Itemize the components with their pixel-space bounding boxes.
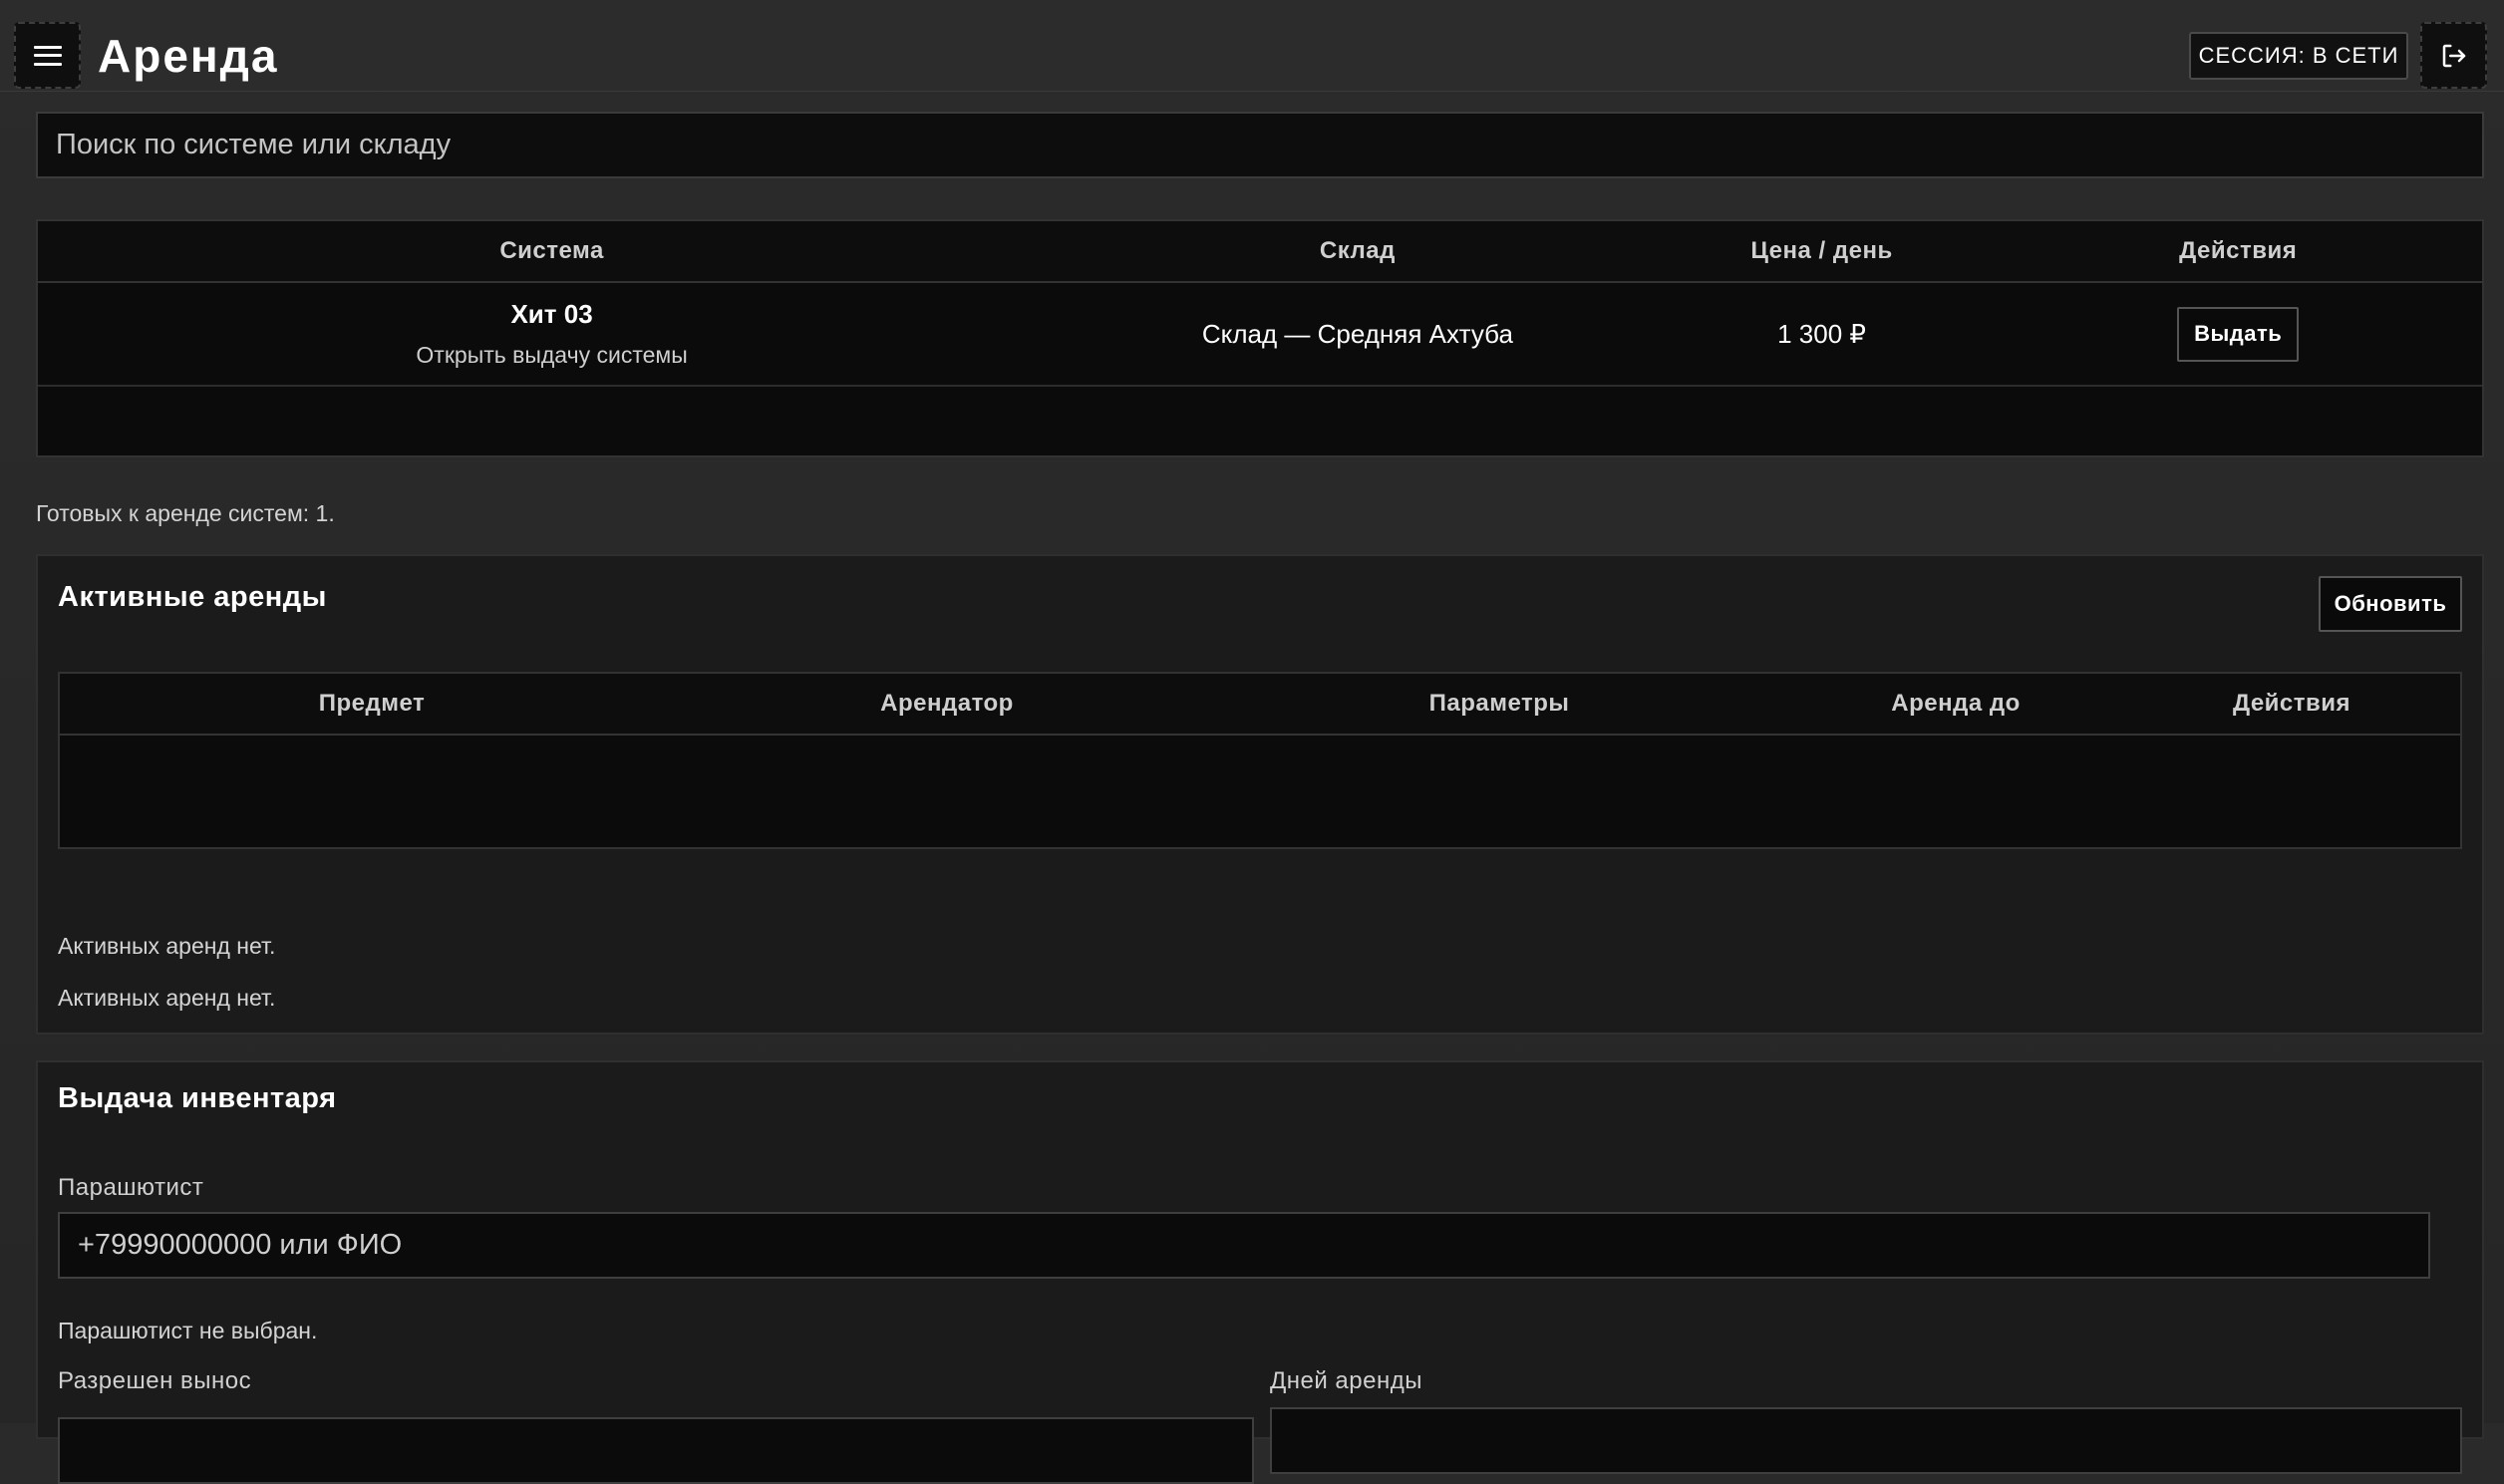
rental-days-input[interactable] xyxy=(1270,1407,2462,1474)
ready-systems-note: Готовых к аренде систем: 1. xyxy=(36,500,335,526)
column-header-warehouse: Склад xyxy=(1319,237,1396,264)
warehouse-cell: Склад — Средняя Ахтуба xyxy=(1201,318,1513,349)
rental-days-label: Дней аренды xyxy=(1270,1367,1422,1394)
system-cell[interactable]: Хит 03 Открыть выдачу системы xyxy=(38,299,1066,369)
no-active-rentals-note: Активных аренд нет. xyxy=(58,985,276,1011)
column-header-item: Предмет xyxy=(318,690,426,717)
session-status-badge: СЕССИЯ: В СЕТИ xyxy=(2189,32,2408,80)
column-header-actions: Действия xyxy=(2232,690,2351,717)
column-header-renter: Арендатор xyxy=(880,690,1014,717)
open-system-issue-link[interactable]: Открыть выдачу системы xyxy=(38,342,1066,369)
active-rentals-panel: Активные аренды Обновить Предмет Арендат… xyxy=(36,554,2484,1035)
menu-button[interactable] xyxy=(14,22,81,89)
carry-out-select[interactable] xyxy=(58,1417,1254,1484)
parachutist-status-note: Парашютист не выбран. xyxy=(58,1318,318,1343)
price-cell: 1 300 ₽ xyxy=(1777,318,1866,349)
parachutist-label: Парашютист xyxy=(58,1174,204,1201)
app-header: Аренда СЕССИЯ: В СЕТИ xyxy=(0,0,2504,92)
actions-cell: Выдать xyxy=(1994,306,2482,362)
logout-icon xyxy=(2442,44,2465,67)
search-input[interactable] xyxy=(36,112,2484,178)
issue-button[interactable]: Выдать xyxy=(2177,306,2300,362)
carry-out-label: Разрешен вынос xyxy=(58,1367,252,1394)
active-rentals-table-header: Предмет Арендатор Параметры Аренда до Де… xyxy=(60,674,2460,736)
refresh-button[interactable]: Обновить xyxy=(2319,576,2462,632)
column-header-price: Цена / день xyxy=(1750,237,1893,264)
column-header-system: Система xyxy=(499,237,604,264)
column-header-rent-until: Аренда до xyxy=(1891,690,2021,717)
logout-button[interactable] xyxy=(2420,22,2487,89)
issue-inventory-title: Выдача инвентаря xyxy=(58,1082,337,1114)
hamburger-menu-icon xyxy=(33,45,62,66)
parachutist-input[interactable] xyxy=(58,1212,2430,1279)
page-title: Аренда xyxy=(98,30,279,82)
active-rentals-table: Предмет Арендатор Параметры Аренда до Де… xyxy=(58,672,2462,849)
system-name: Хит 03 xyxy=(510,299,593,329)
table-row: Хит 03 Открыть выдачу системы Склад — Ср… xyxy=(38,283,2482,387)
column-header-parameters: Параметры xyxy=(1428,690,1570,717)
issue-inventory-panel: Выдача инвентаря Парашютист Парашютист н… xyxy=(36,1060,2484,1484)
no-active-rentals-note: Активных аренд нет. xyxy=(58,933,276,959)
systems-table: Система Склад Цена / день Действия Хит 0… xyxy=(36,219,2484,457)
column-header-actions: Действия xyxy=(2179,237,2298,264)
systems-table-header: Система Склад Цена / день Действия xyxy=(38,221,2482,283)
active-rentals-title: Активные аренды xyxy=(58,581,327,613)
